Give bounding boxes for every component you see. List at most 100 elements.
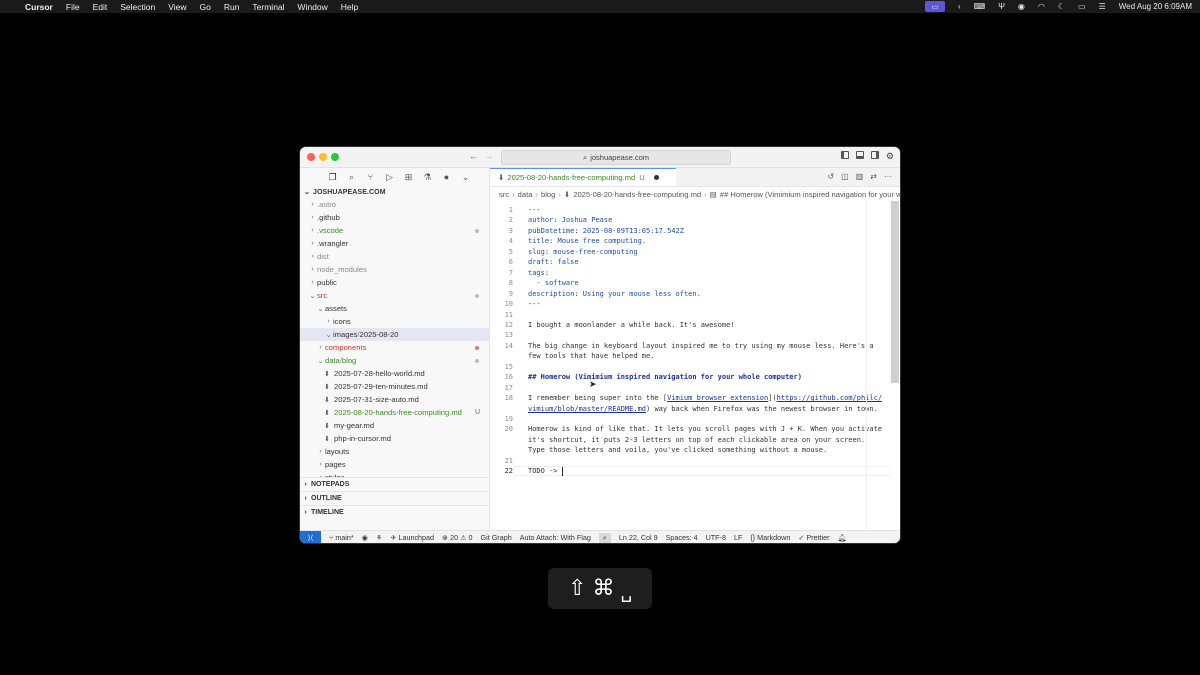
breadcrumb-heading[interactable]: ## Homerow (Vimimium inspired navigation…: [720, 190, 900, 199]
menu-window[interactable]: Window: [298, 2, 328, 12]
menu-go[interactable]: Go: [199, 2, 210, 12]
breadcrumb-blog[interactable]: blog: [541, 190, 555, 199]
prettier-status[interactable]: ✓ Prettier: [798, 533, 829, 542]
compare-changes-icon[interactable]: ⇄: [870, 172, 877, 181]
tab-hands-free-computing[interactable]: ⬇ 2025-08-20-hands-free-computing.md U: [490, 168, 676, 186]
code-line[interactable]: 18 I remember being super into the [Vimiu…: [490, 393, 890, 403]
menu-view[interactable]: View: [168, 2, 186, 12]
sync-eye-icon[interactable]: ◉: [362, 533, 368, 542]
tree-folder[interactable]: › .vscode: [300, 224, 489, 237]
unsaved-dot-icon[interactable]: [654, 175, 659, 180]
launchpad-status[interactable]: ✈ Launchpad: [390, 533, 434, 542]
tree-file[interactable]: ⬇ php-in-cursor.md: [300, 432, 489, 445]
breadcrumb-src[interactable]: src: [499, 190, 509, 199]
forward-arrow-icon[interactable]: →: [484, 151, 493, 161]
auto-attach-status[interactable]: Auto Attach: With Flag: [520, 533, 591, 542]
breadcrumb-data[interactable]: data: [518, 190, 533, 199]
remote-indicator-icon[interactable]: ⟩⟨: [300, 531, 321, 543]
github-icon[interactable]: ●: [437, 172, 456, 182]
tree-folder[interactable]: › icons: [300, 315, 489, 328]
screen-share-icon[interactable]: ▭: [924, 1, 945, 12]
editor-scrollbar[interactable]: [891, 201, 899, 383]
toggle-secondary-sidebar-icon[interactable]: [870, 151, 879, 159]
code-line[interactable]: 13: [490, 330, 890, 340]
code-line[interactable]: 10 ---: [490, 299, 890, 309]
moon-icon[interactable]: ☾: [1058, 2, 1065, 11]
code-line[interactable]: 15: [490, 362, 890, 372]
split-editor-icon[interactable]: ▥: [856, 172, 864, 181]
testing-flask-icon[interactable]: ⚗: [418, 172, 437, 183]
menu-help[interactable]: Help: [341, 2, 358, 12]
code-line[interactable]: 12 I bought a moonlander a while back. It…: [490, 320, 890, 330]
zoom-window-button[interactable]: [331, 153, 339, 161]
problems-status[interactable]: ⊗ 20 ⚠ 0: [442, 533, 472, 542]
code-line[interactable]: Type those letters and voila, you've cli…: [490, 445, 890, 455]
open-preview-icon[interactable]: ◫: [841, 172, 849, 181]
tree-file[interactable]: ⬇ 2025-07-28-hello-world.md: [300, 367, 489, 380]
tree-file[interactable]: ⬇ my-gear.md: [300, 419, 489, 432]
code-line[interactable]: 6 draft: false: [490, 257, 890, 267]
chevron-left-icon[interactable]: ‹: [958, 2, 961, 11]
tree-folder[interactable]: › .github: [300, 211, 489, 224]
control-center-icon[interactable]: ☰: [1099, 2, 1106, 11]
code-line[interactable]: 22 TODO ->: [490, 466, 890, 477]
outline-section[interactable]: › OUTLINE: [300, 491, 489, 505]
tree-file[interactable]: ⬇ 2025-07-31-size-auto.md: [300, 393, 489, 406]
code-line[interactable]: 3 pubDatetime: 2025-08-09T13:05:17.542Z: [490, 226, 890, 236]
code-line[interactable]: 2 author: Joshua Pease: [490, 215, 890, 225]
menu-app-name[interactable]: Cursor: [25, 2, 53, 12]
tree-file[interactable]: ⬇ 2025-08-20-hands-free-computing.md U: [300, 406, 489, 419]
record-icon[interactable]: ◉: [1018, 2, 1025, 11]
tree-folder[interactable]: › layouts: [300, 445, 489, 458]
tree-file[interactable]: ⬇ 2025-07-29-ten-minutes.md: [300, 380, 489, 393]
tree-folder[interactable]: › components: [300, 341, 489, 354]
more-views-chevron-icon[interactable]: ⌄: [456, 172, 475, 183]
timeline-section[interactable]: › TIMELINE: [300, 505, 489, 519]
code-line[interactable]: 17: [490, 383, 890, 393]
tree-folder[interactable]: › dist: [300, 250, 489, 263]
toggle-panel-icon[interactable]: [855, 151, 864, 159]
code-line[interactable]: 19: [490, 414, 890, 424]
indentation-status[interactable]: Spaces: 4: [666, 533, 698, 542]
code-line[interactable]: 20 Homerow is kind of like that. It lets …: [490, 424, 890, 434]
breadcrumb-file[interactable]: 2025-08-20-hands-free-computing.md: [573, 190, 701, 199]
close-window-button[interactable]: [307, 153, 315, 161]
code-line[interactable]: 1 ---: [490, 205, 890, 215]
command-center-search[interactable]: ⌕ joshuapease.com: [501, 150, 731, 165]
tree-folder[interactable]: ⌄ data / blog: [300, 354, 489, 367]
branch-status[interactable]: ⑂ main*: [329, 533, 354, 542]
tree-folder[interactable]: › public: [300, 276, 489, 289]
code-editor[interactable]: 1 --- 2 author: Joshua Pease 3 pubDatetime: 2…: [490, 201, 890, 529]
notifications-bell-icon[interactable]: 🔔︎: [838, 533, 847, 542]
clock[interactable]: Wed Aug 20 6:09AM: [1119, 2, 1192, 11]
tree-folder[interactable]: ⌄ images / 2025-08-20: [300, 328, 489, 341]
code-line[interactable]: 11: [490, 310, 890, 320]
tree-folder[interactable]: › pages: [300, 458, 489, 471]
tree-folder[interactable]: ⌄ assets: [300, 302, 489, 315]
code-line[interactable]: vimium/blob/master/README.md) way back w…: [490, 404, 890, 414]
minimize-window-button[interactable]: [319, 153, 327, 161]
toggle-primary-sidebar-icon[interactable]: [840, 151, 849, 159]
menu-terminal[interactable]: Terminal: [252, 2, 284, 12]
eol-status[interactable]: LF: [734, 533, 742, 542]
timeline-history-icon[interactable]: ↺: [827, 172, 834, 181]
code-line[interactable]: few tools that have helped me.: [490, 351, 890, 361]
settings-gear-icon[interactable]: ⚙: [886, 151, 894, 162]
code-line[interactable]: 9 description: Using your mouse less ofte…: [490, 289, 890, 299]
explorer-files-icon[interactable]: ❐: [323, 172, 342, 183]
graph-icon[interactable]: ⚘: [376, 533, 382, 542]
menu-selection[interactable]: Selection: [120, 2, 155, 12]
zoom-search-icon[interactable]: ⌕: [598, 532, 611, 543]
code-line[interactable]: 7 tags:: [490, 268, 890, 278]
extensions-icon[interactable]: ⊞: [399, 172, 418, 183]
source-control-icon[interactable]: ⑂: [361, 172, 380, 182]
tree-folder[interactable]: › .wrangler: [300, 237, 489, 250]
battery-icon[interactable]: ▭: [1078, 2, 1086, 11]
code-line[interactable]: 8 - software: [490, 278, 890, 288]
notepads-section[interactable]: › NOTEPADS: [300, 477, 489, 491]
language-status[interactable]: {} Markdown: [750, 533, 790, 542]
code-line[interactable]: it's shortcut, it puts 2-3 letters on to…: [490, 435, 890, 445]
code-line[interactable]: 4 title: Mouse free computing.: [490, 236, 890, 246]
search-view-icon[interactable]: ⌕: [342, 172, 361, 183]
code-line[interactable]: 5 slug: mouse-free-computing: [490, 247, 890, 257]
